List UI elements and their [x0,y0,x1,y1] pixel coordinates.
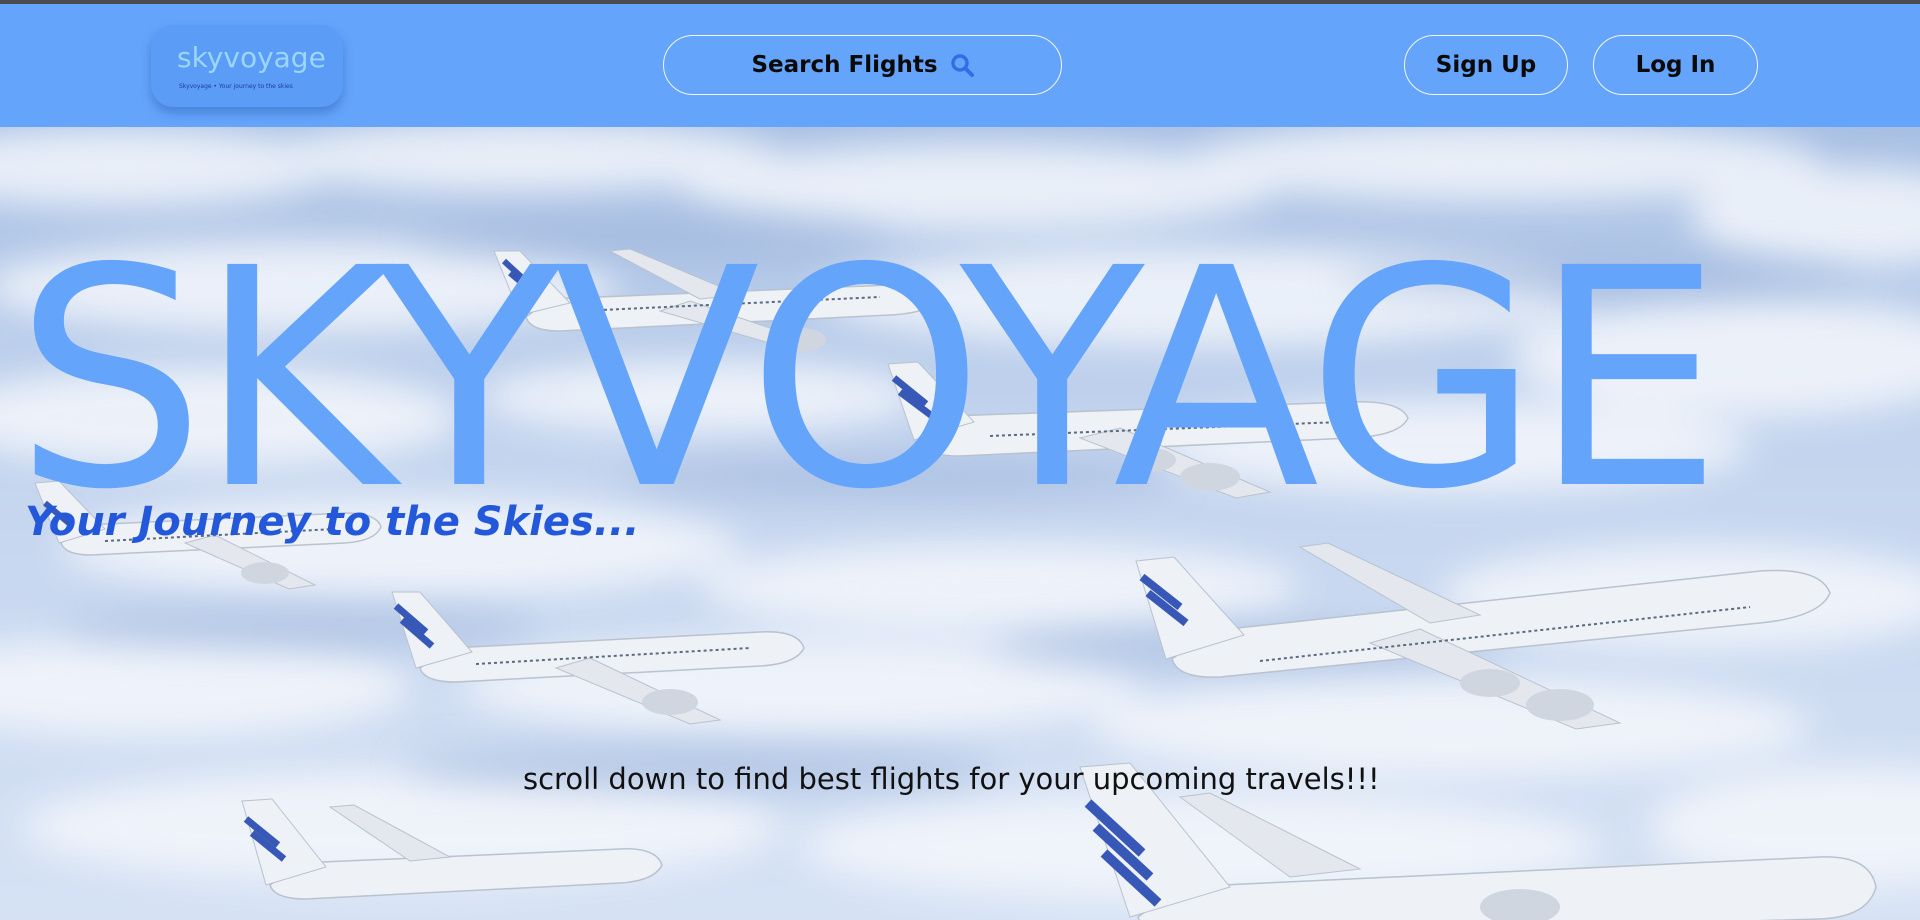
hero-section: SKYVOYAGE Your Journey to the Skies... s… [0,127,1920,920]
hero-subtitle: Your Journey to the Skies... [25,499,640,545]
scroll-hint-text: scroll down to find best flights for you… [523,762,1380,796]
page: skyvoyage Skyvoyage • Your journey to th… [0,0,1920,920]
sign-up-button[interactable]: Sign Up [1404,35,1568,95]
logo-tagline: Skyvoyage • Your journey to the skies [179,83,293,90]
search-flights-button[interactable]: Search Flights [663,35,1062,95]
log-in-button[interactable]: Log In [1593,35,1758,95]
search-icon [950,54,974,77]
airplane-image [241,798,663,900]
airplane-image [391,591,805,725]
search-flights-label: Search Flights [751,52,938,78]
navbar: skyvoyage Skyvoyage • Your journey to th… [0,4,1920,127]
hero-title: SKYVOYAGE [14,205,1723,556]
logo-button[interactable]: skyvoyage Skyvoyage • Your journey to th… [151,25,343,107]
logo-text: skyvoyage [177,41,326,74]
airplane-image [1135,542,1831,730]
